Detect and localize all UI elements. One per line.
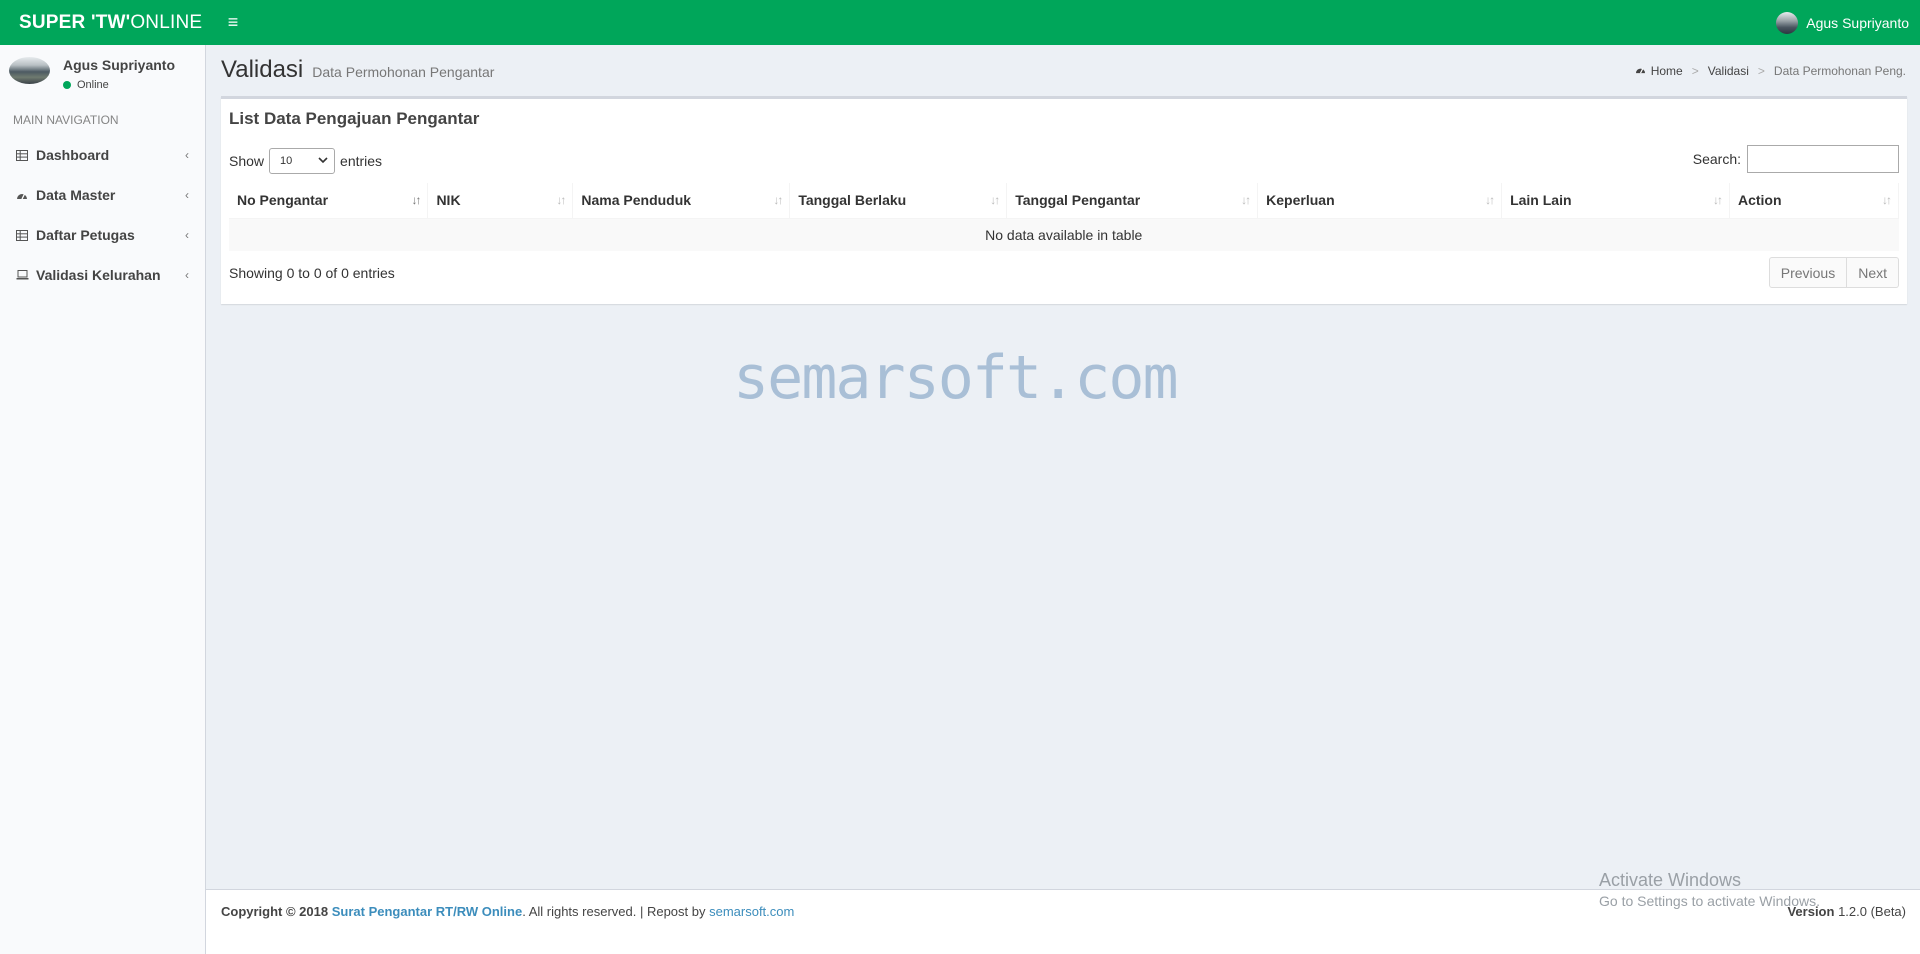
rights-text: . All rights reserved. | Repost by [522,904,710,919]
footer-copyright: Copyright © 2018 Surat Pengantar RT/RW O… [221,904,794,919]
version-value: 1.2.0 (Beta) [1838,904,1906,919]
dashboard-icon [15,190,29,200]
column-header-nama-penduduk[interactable]: Nama Penduduk ↓↑ [572,183,791,219]
table-icon [15,229,29,241]
online-status: Online [63,79,109,91]
search-control: Search: [1693,145,1899,173]
sort-icon: ↓↑ [1712,193,1723,207]
user-menu[interactable]: Agus Supriyanto [1776,0,1909,45]
content-header: Validasi Data Permohonan Pengantar [221,56,494,86]
activation-title: Activate Windows [1599,870,1742,890]
column-header-lain-lain[interactable]: Lain Lain ↓↑ [1501,183,1730,219]
logo-text: ONLINE [130,11,203,33]
activation-subtitle: Go to Settings to activate Windows. [1599,893,1820,909]
status-text: Online [77,79,109,91]
column-header-nik[interactable]: NIK ↓↑ [427,183,574,219]
sort-icon: ↓↑ [1241,193,1251,207]
table-row: No data available in table [229,217,1899,251]
sidebar-item-data-master[interactable]: Data Master ‹ [0,175,205,215]
sort-icon: ↓↑ [556,193,566,207]
sort-icon: ↓↑ [990,193,1000,207]
user-menu-name: Agus Supriyanto [1806,14,1909,31]
page-length-control: Show 10 entries [229,148,382,174]
sidebar-item-validasi-kelurahan[interactable]: Validasi Kelurahan ‹ [0,255,205,295]
windows-activation-notice: Activate Windows Go to Settings to activ… [1599,870,1820,909]
online-dot-icon [63,81,71,89]
page-length-value: 10 [280,155,293,167]
chevron-left-icon: ‹ [185,228,189,242]
top-navbar: SUPER 'TW' ONLINE ≡ Agus Supriyanto [0,0,1920,45]
page-title: Validasi [221,56,304,83]
sort-icon: ↓↑ [1485,193,1495,207]
search-label: Search: [1692,151,1741,167]
sidebar-item-daftar-petugas[interactable]: Daftar Petugas ‹ [0,215,205,255]
sidebar-item-dashboard[interactable]: Dashboard ‹ [0,135,205,175]
sidebar: Agus Supriyanto Online MAIN NAVIGATION D… [0,45,206,954]
sort-icon: ↓↑ [773,193,783,207]
sidebar-item-label: Data Master [36,187,116,203]
sidebar-item-label: Daftar Petugas [36,227,135,243]
empty-table-message: No data available in table [229,217,1899,251]
table-info: Showing 0 to 0 of 0 entries [229,265,395,281]
show-label: Show [229,153,265,169]
sidebar-item-label: Validasi Kelurahan [36,267,161,283]
laptop-icon [15,270,29,280]
hamburger-icon: ≡ [227,12,239,32]
column-header-action[interactable]: Action ↓↑ [1729,183,1900,219]
table-header-row: No Pengantar ↓↑ NIK ↓↑ Nama Penduduk ↓↑ Tan… [229,183,1900,219]
logo-bold-text: SUPER 'TW' [19,11,131,33]
column-header-tanggal-berlaku[interactable]: Tanggal Berlaku ↓↑ [789,183,1008,219]
breadcrumb-validasi-link[interactable]: Validasi [1708,64,1749,78]
column-header-keperluan[interactable]: Keperluan ↓↑ [1257,183,1503,219]
repost-link[interactable]: semarsoft.com [709,904,794,919]
breadcrumb-separator: > [1691,64,1699,78]
search-input[interactable] [1747,145,1899,173]
breadcrumb: Home > Validasi > Data Permohonan Peng. [1635,64,1906,78]
pagination: Previous Next [1768,257,1899,288]
previous-page-button[interactable]: Previous [1768,257,1848,288]
breadcrumb-current: Data Permohonan Peng. [1773,64,1906,78]
nav-header: MAIN NAVIGATION [13,113,119,127]
column-header-no-pengantar[interactable]: No Pengantar ↓↑ [229,183,429,219]
data-table: No Pengantar ↓↑ NIK ↓↑ Nama Penduduk ↓↑ Tan… [229,183,1900,251]
breadcrumb-separator: > [1757,64,1765,78]
page-length-select[interactable]: 10 [269,148,336,174]
watermark-text: semarsoft.com [733,343,1179,413]
avatar [9,57,50,84]
chevron-down-icon [318,155,328,167]
app-link[interactable]: Surat Pengantar RT/RW Online [332,904,522,919]
dashboard-icon [1635,65,1646,77]
table-icon [15,149,29,161]
avatar [1776,11,1799,34]
sort-icon: ↓↑ [1882,193,1892,207]
next-page-button[interactable]: Next [1847,257,1899,288]
user-panel: Agus Supriyanto Online [0,45,205,105]
column-header-tanggal-pengantar[interactable]: Tanggal Pengantar ↓↑ [1006,183,1259,219]
box-title: List Data Pengajuan Pengantar [229,109,480,128]
app-logo[interactable]: SUPER 'TW' ONLINE [0,0,206,45]
breadcrumb-home-link[interactable]: Home [1651,64,1683,78]
sidebar-toggle-button[interactable]: ≡ [218,8,248,38]
copyright-text: Copyright © 2018 [221,904,329,919]
sort-asc-icon: ↓↑ [411,193,421,207]
page-subtitle: Data Permohonan Pengantar [312,64,495,80]
chevron-left-icon: ‹ [185,268,189,282]
sidebar-user-name: Agus Supriyanto [63,57,176,73]
chevron-left-icon: ‹ [185,188,189,202]
data-table-box: List Data Pengajuan Pengantar Show 10 en… [221,96,1907,304]
chevron-left-icon: ‹ [185,148,189,162]
entries-label: entries [340,153,383,169]
sidebar-item-label: Dashboard [36,147,110,163]
